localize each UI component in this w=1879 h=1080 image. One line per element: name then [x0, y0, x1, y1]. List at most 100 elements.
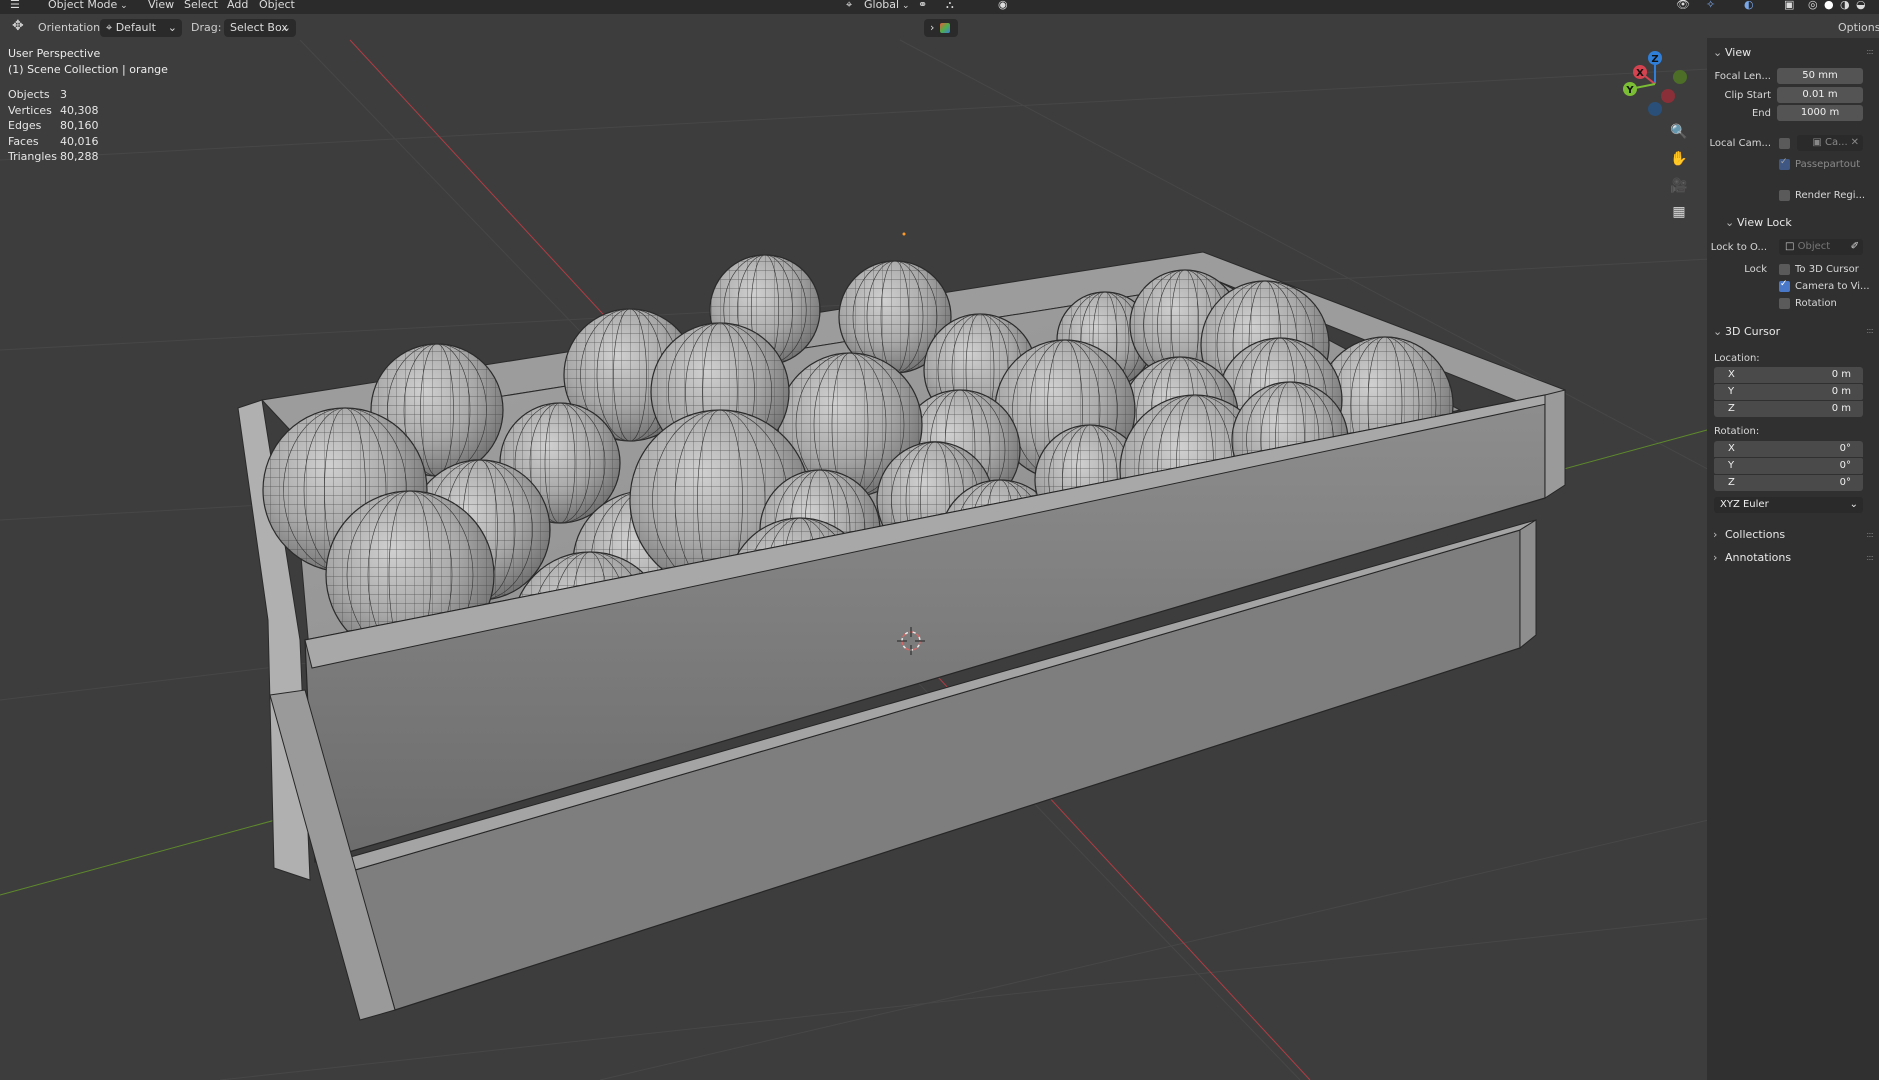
cursor-location-y[interactable]: Y 0 m — [1714, 384, 1863, 400]
drag-grip-icon[interactable]: :::: — [1866, 530, 1874, 539]
stat-row: Vertices 40,308 — [8, 103, 99, 119]
stat-row: Objects 3 — [8, 87, 99, 103]
cursor-location-z[interactable]: Z 0 m — [1714, 401, 1863, 417]
shading-material-icon[interactable]: ◑ — [1840, 0, 1850, 11]
section-view-lock-title: View Lock — [1737, 216, 1792, 229]
navigation-gizmo[interactable]: Z X Y — [1623, 51, 1687, 116]
cursor-location-x[interactable]: X 0 m — [1714, 367, 1863, 383]
transform-orientation-dropdown[interactable]: Global — [864, 0, 910, 11]
zoom-icon[interactable]: 🔍 — [1667, 120, 1691, 144]
cursor-rotation-y[interactable]: Y 0° — [1714, 458, 1863, 474]
drag-dropdown[interactable]: Select Box ⌄ — [224, 19, 296, 37]
close-icon[interactable]: ✕ — [1851, 135, 1859, 151]
visibility-icon[interactable]: 👁 — [1676, 0, 1690, 11]
object-origin — [902, 232, 906, 236]
cursor-rotation-x[interactable]: X 0° — [1714, 441, 1863, 457]
stat-key: Triangles — [8, 150, 57, 164]
camera-view-icon[interactable]: 🎥 — [1667, 174, 1691, 198]
overlay-toggle-icon[interactable]: ◐ — [1744, 0, 1754, 11]
clip-start-label: Clip Start — [1724, 90, 1772, 101]
options-button[interactable]: Options — [1838, 21, 1879, 34]
local-camera-field[interactable]: ▣ Ca... ✕ — [1797, 135, 1863, 151]
stat-key: Edges — [8, 119, 42, 133]
menu-select[interactable]: Select — [184, 0, 218, 11]
axis-label: X — [1728, 369, 1735, 380]
blender-window: Z X Y ☰ Object Mode View Select Add Obje… — [0, 0, 1879, 1080]
local-camera-value: Ca... — [1824, 137, 1848, 148]
gizmo-x-negative[interactable] — [1661, 89, 1675, 103]
gizmo-y-negative[interactable] — [1673, 70, 1687, 84]
mode-dropdown[interactable]: Object Mode — [48, 0, 128, 11]
stat-value: 3 — [60, 88, 67, 101]
section-view-lock[interactable]: ⌄ View Lock — [1725, 216, 1792, 229]
clip-start-field[interactable]: 0.01 m — [1777, 87, 1863, 103]
scene-statistics: Objects 3 Vertices 40,308 Edges 80,160 Face… — [8, 87, 99, 165]
local-camera-checkbox[interactable] — [1779, 138, 1790, 149]
camera-icon: ▣ — [1812, 137, 1825, 148]
chevron-down-icon: ⌄ — [1725, 216, 1735, 229]
tool-settings-bar: ✥ Orientation: ⌖ Default ⌄ Drag: Select B… — [0, 14, 1879, 40]
section-3d-cursor[interactable]: ⌄ 3D Cursor — [1713, 325, 1780, 338]
lock-to-object-placeholder: Object — [1797, 241, 1831, 252]
to-3d-cursor-checkbox[interactable] — [1779, 264, 1790, 275]
proportional-editing-icon[interactable]: ◉ — [998, 0, 1008, 11]
drag-grip-icon[interactable]: :::: — [1866, 47, 1874, 56]
ortho-toggle-icon[interactable]: ▦ — [1667, 200, 1691, 224]
section-view[interactable]: ⌄ View — [1713, 46, 1751, 59]
viewport-3d[interactable]: Z X Y — [0, 0, 1879, 1080]
drag-grip-icon[interactable]: :::: — [1866, 326, 1874, 335]
stat-row: Faces 40,016 — [8, 134, 99, 150]
stat-key: Objects — [8, 88, 50, 101]
shading-solid-icon[interactable]: ● — [1824, 0, 1834, 11]
orientation-icon: ⌖ — [106, 21, 116, 34]
rotation-lock-checkbox[interactable] — [1779, 298, 1790, 309]
snap-icon[interactable]: ⛬ — [946, 0, 954, 12]
crate-right-end — [1544, 389, 1566, 499]
lock-to-object-label: Lock to O... — [1710, 242, 1767, 253]
gizmo-z-label: Z — [1651, 54, 1658, 65]
xray-toggle-icon[interactable]: ▣ — [1784, 0, 1794, 11]
gizmo-toggle-icon[interactable]: ✧ — [1706, 0, 1715, 11]
lock-to-object-field[interactable]: □ Object ✐ — [1779, 239, 1863, 255]
gizmo-z-negative[interactable] — [1648, 102, 1662, 116]
camera-to-view-label: Camera to Vi... — [1795, 281, 1870, 292]
menu-add[interactable]: Add — [227, 0, 248, 11]
menu-view[interactable]: View — [148, 0, 174, 11]
section-view-title: View — [1725, 46, 1752, 59]
chevron-down-icon: ⌄ — [281, 21, 291, 34]
shading-wireframe-icon[interactable]: ◎ — [1808, 0, 1818, 11]
menu-object[interactable]: Object — [259, 0, 295, 11]
orientation-dropdown[interactable]: ⌖ Default ⌄ — [100, 19, 182, 37]
focal-length-field[interactable]: 50 mm — [1777, 68, 1863, 84]
camera-to-view-checkbox[interactable] — [1779, 279, 1790, 292]
passepartout-checkbox[interactable] — [1779, 157, 1790, 170]
transform-orientation-icon[interactable]: ⌖ — [846, 0, 852, 12]
cursor-rotation-z[interactable]: Z 0° — [1714, 475, 1863, 491]
scene-collection-label: (1) Scene Collection | orange — [8, 63, 168, 76]
section-collections[interactable]: › Collections — [1713, 528, 1785, 541]
clip-end-field[interactable]: 1000 m — [1777, 105, 1863, 121]
stat-row: Triangles 80,288 — [8, 149, 99, 165]
section-3d-cursor-title: 3D Cursor — [1725, 325, 1781, 338]
axis-label: X — [1728, 443, 1735, 454]
chevron-down-icon: ⌄ — [1713, 46, 1723, 59]
stat-value: 40,308 — [60, 103, 99, 117]
eyedropper-icon[interactable]: ✐ — [1851, 239, 1859, 255]
transform-tool-icon[interactable]: ✥ — [12, 18, 24, 34]
stat-key: Faces — [8, 134, 39, 148]
section-annotations[interactable]: › Annotations — [1713, 551, 1791, 564]
gizmo-header-toggle[interactable]: › — [924, 19, 958, 37]
render-region-checkbox[interactable] — [1779, 190, 1790, 201]
clip-end-label: End — [1751, 108, 1771, 119]
axis-value: 0 m — [1831, 403, 1851, 414]
shading-rendered-icon[interactable]: ◒ — [1856, 0, 1866, 11]
pivot-point-icon[interactable]: ⚭ — [918, 0, 927, 11]
rotation-mode-dropdown[interactable]: XYZ Euler ⌄ — [1714, 497, 1863, 513]
drag-grip-icon[interactable]: :::: — [1866, 553, 1874, 562]
pan-hand-icon[interactable]: ✋ — [1667, 147, 1691, 171]
gizmo-x-label: X — [1636, 68, 1644, 79]
stat-row: Edges 80,160 — [8, 118, 99, 134]
axis-label: Z — [1728, 403, 1735, 414]
chevron-right-icon: › — [1713, 528, 1718, 541]
editor-type-icon[interactable]: ☰ — [10, 0, 20, 11]
